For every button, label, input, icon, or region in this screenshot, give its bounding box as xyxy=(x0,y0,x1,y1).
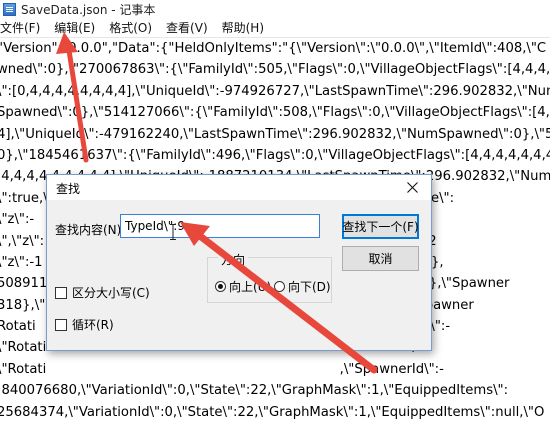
wrap-around-label: 循环(R) xyxy=(72,318,114,332)
ibeam-cursor-icon xyxy=(170,224,176,240)
text-line: 0},\"1845461637\":{\"FamilyId\":496,\"Fl… xyxy=(0,147,550,163)
text-line: \":[0,4,4,4,4,4,4,4,4],\"UniqueId\":-974… xyxy=(0,83,550,99)
text-line: :840076680,\"VariationId\":0,\"State\":2… xyxy=(0,383,509,399)
find-dialog-titlebar[interactable]: 查找 xyxy=(47,175,431,200)
text-line: wned\":0},\"270067863\":{\"FamilyId\":50… xyxy=(0,62,550,78)
title-bar: SaveData.json - 记事本 xyxy=(0,0,550,19)
find-dialog-title: 查找 xyxy=(56,182,81,196)
window-title: SaveData.json - 记事本 xyxy=(21,3,156,17)
direction-up-radio[interactable]: 向上(U) xyxy=(215,278,271,295)
menu-bar: 文件(F) 编辑(E) 格式(O) 查看(V) 帮助(H) xyxy=(0,19,550,38)
close-icon xyxy=(406,182,418,193)
cancel-button[interactable]: 取消 xyxy=(342,246,419,271)
menu-view[interactable]: 查看(V) xyxy=(159,19,215,38)
find-what-input[interactable] xyxy=(120,214,320,238)
find-what-label: 查找内容(N): xyxy=(55,223,126,237)
text-line: \"Rotati ,\"SpawnerId\":- xyxy=(0,361,444,377)
close-button[interactable] xyxy=(393,175,431,200)
menu-edit[interactable]: 编辑(E) xyxy=(47,19,102,38)
checkbox-unchecked-icon xyxy=(55,318,67,331)
menu-format[interactable]: 格式(O) xyxy=(102,19,159,38)
find-dialog: 查找 查找内容(N): 查找下一个(F) 取消 方向 向上(U) 向下(D) 区… xyxy=(46,174,432,351)
radio-unselected-icon xyxy=(274,281,285,292)
menu-file[interactable]: 文件(F) xyxy=(0,19,47,38)
direction-down-radio[interactable]: 向下(D) xyxy=(274,278,331,295)
find-next-button[interactable]: 查找下一个(F) xyxy=(342,214,419,239)
direction-up-label: 向上(U) xyxy=(229,280,272,294)
notepad-icon xyxy=(3,3,16,16)
wrap-around-checkbox[interactable]: 循环(R) xyxy=(55,316,114,333)
text-line: Spawned\":0},\"514127066\":{\"FamilyId\"… xyxy=(0,105,550,121)
menu-help[interactable]: 帮助(H) xyxy=(215,19,271,38)
match-case-label: 区分大小写(C) xyxy=(72,286,150,300)
match-case-checkbox[interactable]: 区分大小写(C) xyxy=(55,284,150,301)
text-line: 25684374,\"VariationId\":0,\"State\":22,… xyxy=(0,404,545,420)
direction-down-label: 向下(D) xyxy=(288,280,331,294)
text-line: "Version":"0.0.0","Data":{"HeldOnlyItems… xyxy=(0,41,547,56)
direction-label: 方向 xyxy=(218,251,249,268)
text-line: 4],\"UniqueId\":-479162240,\"LastSpawnTi… xyxy=(0,126,550,142)
radio-selected-icon xyxy=(215,281,226,292)
checkbox-unchecked-icon xyxy=(55,286,67,299)
